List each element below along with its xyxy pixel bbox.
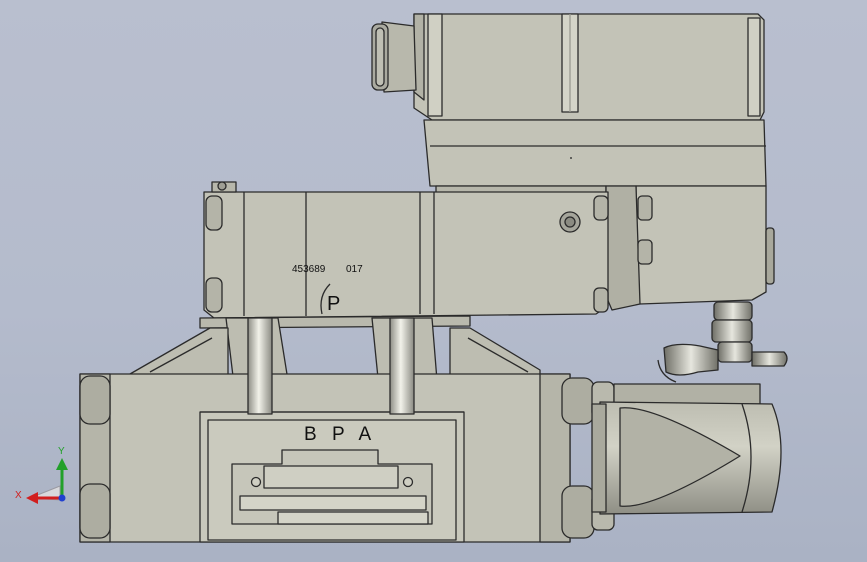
pilot-valve — [203, 181, 609, 319]
x-axis-arrow-icon — [26, 492, 38, 504]
x-axis-label: X — [15, 490, 22, 501]
z-axis-dot — [58, 494, 66, 502]
revision-number: 017 — [346, 264, 363, 275]
valve-model: 453689 017 P B P A Y X — [15, 13, 788, 543]
port-mark: P — [327, 293, 340, 315]
serial-number: 453689 — [292, 264, 326, 275]
port-labels: B P A — [304, 424, 376, 445]
cable-connector — [657, 301, 788, 383]
y-axis-label: Y — [58, 446, 65, 457]
solenoid-cylinder — [591, 383, 782, 515]
y-axis-arrow-icon — [56, 458, 68, 470]
coordinate-triad: Y X — [15, 446, 68, 504]
cad-viewport[interactable]: 453689 017 P B P A Y X — [0, 0, 867, 562]
